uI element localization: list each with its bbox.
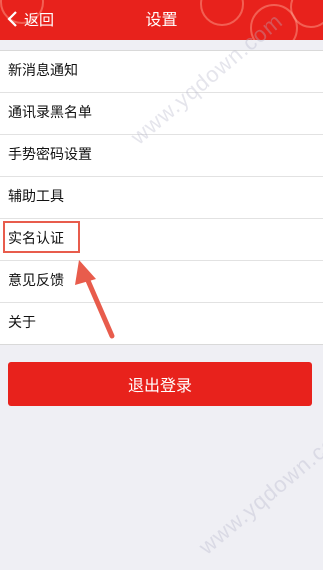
logout-button[interactable]: 退出登录 (8, 362, 312, 406)
annotation-arrow-icon (75, 260, 115, 339)
